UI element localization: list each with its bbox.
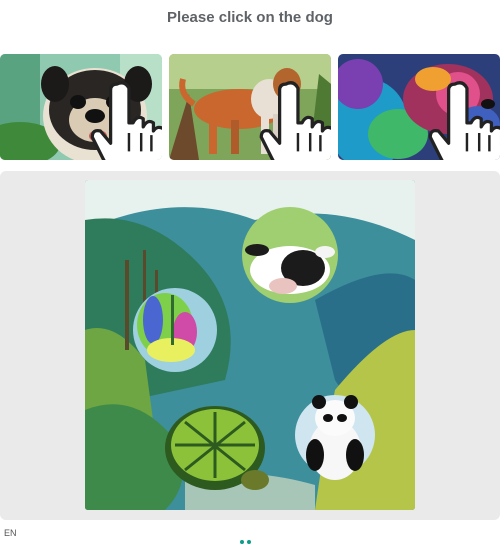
hand-pointer-icon [428, 81, 500, 160]
challenge-image[interactable] [85, 180, 415, 510]
hand-pointer-icon [259, 81, 331, 160]
cow-target[interactable] [242, 207, 338, 303]
dog-target[interactable] [133, 288, 217, 372]
example-tile-colorful-dog [338, 54, 500, 160]
example-images [0, 54, 500, 160]
language-label[interactable]: EN [4, 528, 17, 538]
prompt-text: Please click on the dog [167, 8, 333, 26]
footer-logo-icon [240, 531, 260, 544]
hand-pointer-icon [90, 81, 162, 160]
footer-strip: EN [0, 522, 500, 544]
challenge-panel [0, 171, 500, 520]
example-tile-brown-dog [169, 54, 331, 160]
example-tile-pug [0, 54, 162, 160]
